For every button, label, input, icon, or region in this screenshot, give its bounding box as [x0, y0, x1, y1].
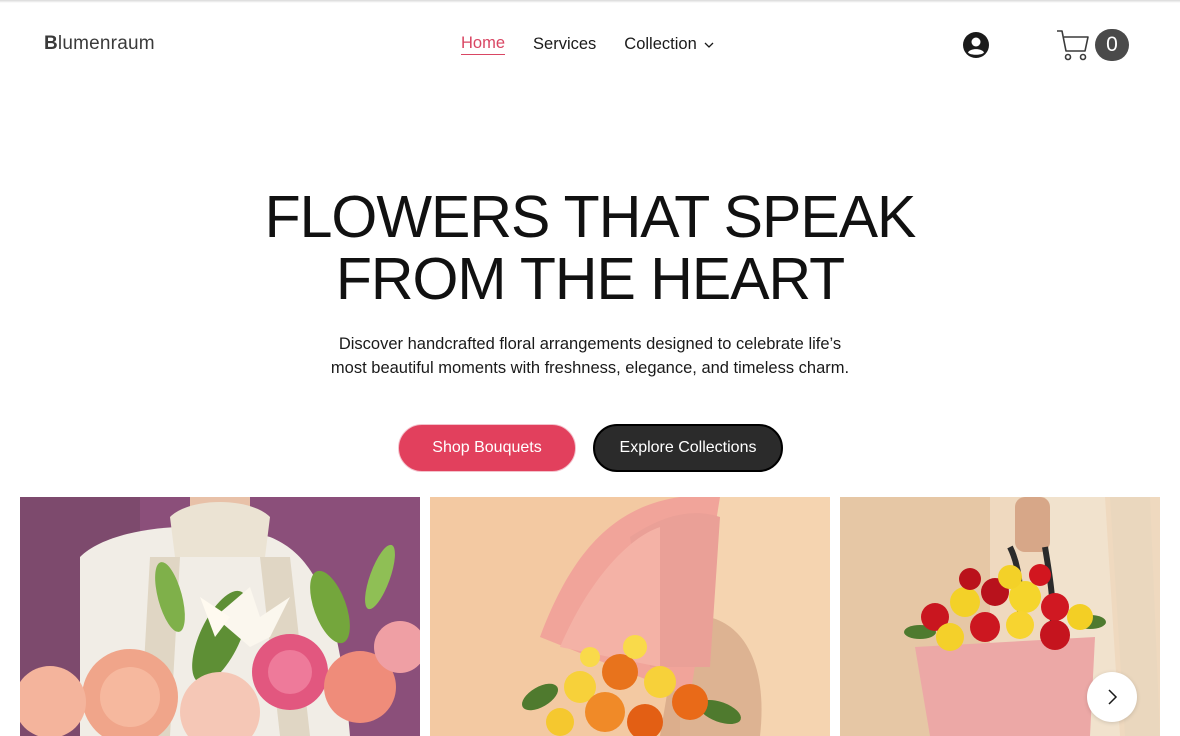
gallery-image-wrapped-bouquet[interactable]	[430, 497, 830, 736]
site-header: Blumenraum Home Services Collection 0	[0, 0, 1180, 90]
user-circle-icon[interactable]	[962, 31, 990, 59]
gallery-next-button[interactable]	[1087, 672, 1137, 722]
shop-bouquets-button[interactable]: Shop Bouquets	[398, 424, 576, 472]
chevron-down-icon	[704, 42, 714, 48]
chevron-right-icon	[1108, 689, 1118, 705]
nav-collection[interactable]: Collection	[624, 35, 714, 54]
hero-subtitle: Discover handcrafted floral arrangements…	[330, 335, 850, 377]
image-gallery	[20, 497, 1160, 736]
nav-home[interactable]: Home	[461, 34, 506, 55]
gallery-image-roses-lilies[interactable]	[20, 497, 420, 736]
cart-count-badge[interactable]: 0	[1095, 29, 1129, 61]
hero-title-line1: FLOWERS THAT SPEAK	[264, 184, 917, 250]
explore-collections-button[interactable]: Explore Collections	[593, 424, 783, 472]
hero-title-line2: FROM THE HEART	[335, 246, 845, 312]
main-nav: Home Services Collection	[461, 34, 743, 55]
nav-services[interactable]: Services	[533, 35, 596, 54]
shopping-cart-icon[interactable]	[1055, 27, 1091, 63]
brand-logo[interactable]: Blumenraum	[44, 33, 155, 55]
hero-title: FLOWERS THAT SPEAK FROM THE HEART	[0, 186, 1180, 310]
